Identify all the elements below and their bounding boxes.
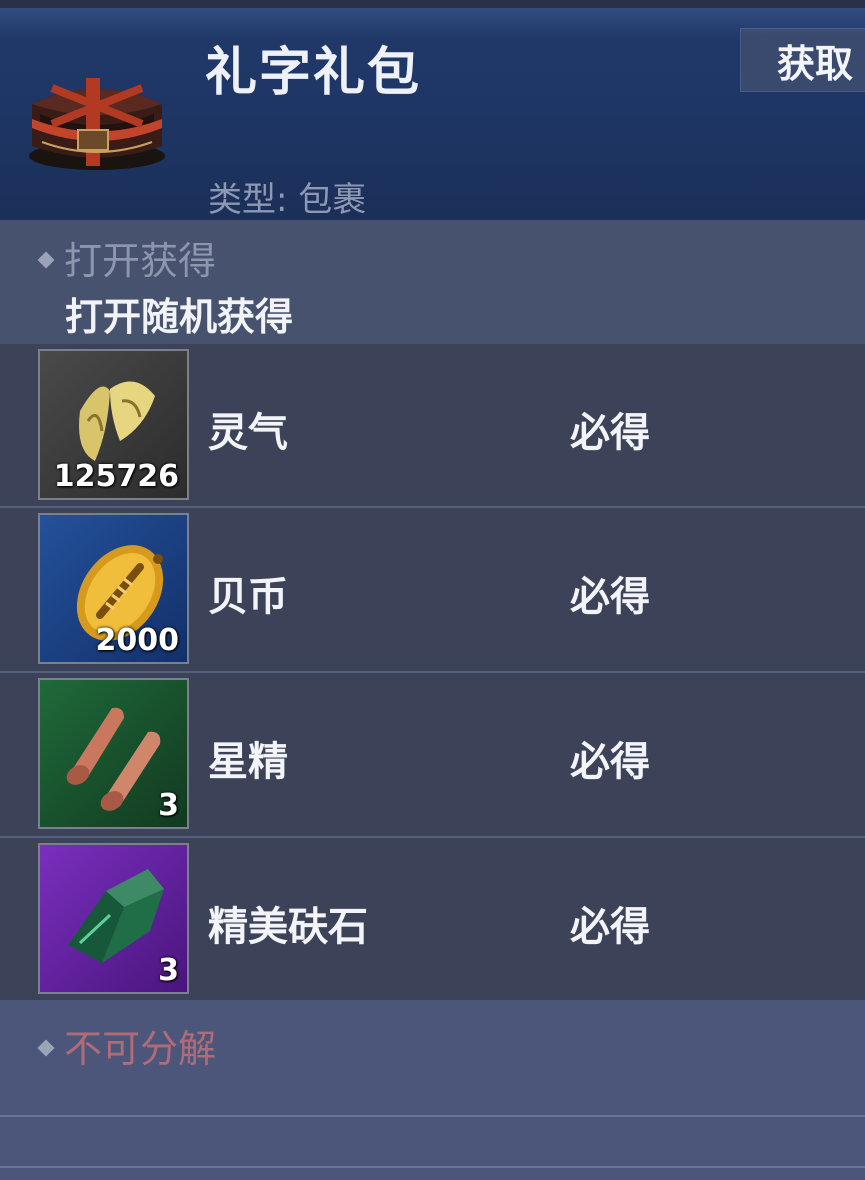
open-rewards-heading: 打开获得	[37, 230, 217, 285]
decompose-section: 不可分解	[0, 1000, 865, 1180]
type-label: 类型:	[208, 180, 288, 220]
fine-stone-icon[interactable]: 3	[38, 843, 189, 994]
item-name: 灵气	[208, 410, 288, 456]
spirit-leaves-icon[interactable]: 125726	[38, 349, 189, 500]
reward-row[interactable]: 3 精美砆石 必得	[0, 838, 865, 1003]
open-rewards-description: 打开随机获得	[65, 295, 294, 339]
item-quantity: 125726	[53, 459, 179, 494]
open-rewards-section: 打开获得 打开随机获得	[0, 220, 865, 344]
item-quantity: 3	[158, 788, 179, 823]
star-essence-icon[interactable]: 3	[38, 678, 189, 829]
item-drop-rate: 必得	[570, 739, 650, 785]
item-name: 贝币	[208, 574, 288, 620]
reward-row[interactable]: 2000 贝币 必得	[0, 508, 865, 673]
item-name: 星精	[208, 739, 288, 785]
package-type: 类型: 包裹	[208, 172, 366, 220]
shell-coin-icon[interactable]: 2000	[38, 513, 189, 664]
item-drop-rate: 必得	[570, 410, 650, 456]
section-divider	[0, 1115, 865, 1117]
package-title: 礼字礼包	[205, 43, 422, 103]
reward-list: 125726 灵气 必得 2000 贝币 必得 3 星精 必得 3 精美砆石 必…	[0, 344, 865, 1003]
top-edge-bar	[0, 0, 865, 8]
decompose-heading: 不可分解	[37, 1018, 217, 1073]
acquire-button[interactable]: 获取	[740, 28, 865, 92]
section-divider	[0, 1166, 865, 1168]
item-quantity: 3	[158, 953, 179, 988]
reward-row[interactable]: 3 星精 必得	[0, 673, 865, 838]
diamond-bullet-icon	[37, 1039, 55, 1056]
item-header: 礼字礼包 类型: 包裹 获取	[0, 8, 865, 220]
item-drop-rate: 必得	[570, 574, 650, 620]
gift-chest-icon	[22, 64, 172, 174]
item-name: 精美砆石	[208, 904, 368, 950]
open-heading-text: 打开获得	[64, 239, 217, 283]
decompose-heading-text: 不可分解	[64, 1027, 217, 1071]
type-value: 包裹	[298, 180, 367, 220]
diamond-bullet-icon	[37, 251, 55, 268]
item-quantity: 2000	[95, 623, 180, 658]
item-drop-rate: 必得	[570, 904, 650, 950]
reward-row[interactable]: 125726 灵气 必得	[0, 344, 865, 508]
